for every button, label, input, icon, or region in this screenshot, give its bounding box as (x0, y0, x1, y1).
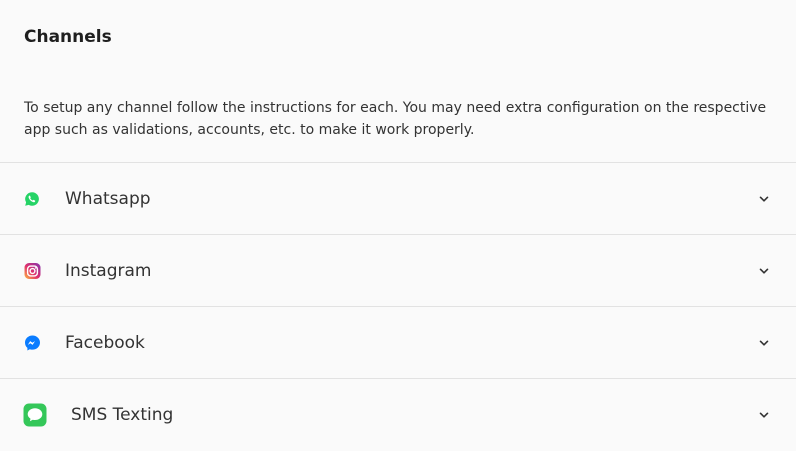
chevron-down-icon[interactable] (756, 263, 772, 279)
whatsapp-icon (24, 191, 40, 207)
chevron-down-icon[interactable] (756, 191, 772, 207)
channel-row-sms[interactable]: SMS Texting (0, 379, 796, 451)
channel-label: SMS Texting (71, 405, 174, 425)
messenger-icon (24, 334, 41, 351)
chevron-down-icon[interactable] (756, 335, 772, 351)
instagram-icon (24, 262, 41, 279)
channel-label: Facebook (65, 332, 145, 353)
chevron-down-icon[interactable] (756, 407, 772, 423)
channel-row-whatsapp[interactable]: Whatsapp (0, 163, 796, 234)
channel-row-facebook[interactable]: Facebook (0, 307, 796, 378)
sms-icon (23, 403, 47, 427)
channel-row-instagram[interactable]: Instagram (0, 235, 796, 306)
page-title: Channels (24, 27, 112, 47)
channels-page: Channels To setup any channel follow the… (0, 0, 796, 451)
channel-label: Whatsapp (65, 188, 151, 209)
channels-description: To setup any channel follow the instruct… (24, 100, 767, 138)
channel-label: Instagram (65, 260, 152, 281)
